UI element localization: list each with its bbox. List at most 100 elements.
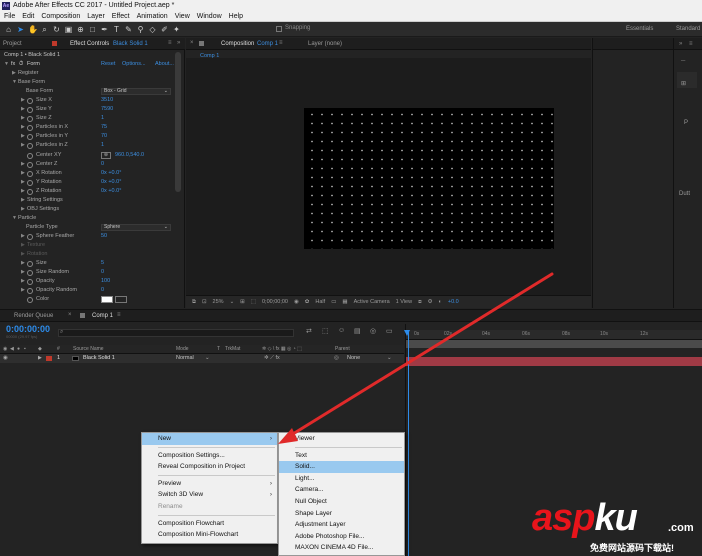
stopwatch-icon[interactable] — [27, 142, 33, 149]
minimize-icon[interactable]: ─ — [681, 58, 685, 64]
param-value[interactable]: 100 — [101, 277, 110, 286]
panel-menu-icon[interactable]: ≡ — [279, 40, 283, 46]
tab-effect-controls[interactable]: Effect Controls — [70, 41, 109, 47]
hide-shy-layers-icon[interactable]: ☺ — [338, 327, 345, 334]
current-time-indicator[interactable] — [408, 330, 409, 556]
group-rotation[interactable]: ▶ Rotation — [0, 250, 182, 259]
tab-composition[interactable]: Composition — [221, 41, 254, 47]
stopwatch-icon[interactable] — [27, 188, 33, 195]
stopwatch-icon[interactable] — [27, 296, 33, 303]
param-value[interactable]: 0x +0.0° — [101, 187, 121, 196]
region-of-interest-icon[interactable]: ▭ — [331, 299, 336, 305]
tab-comp-1[interactable]: Comp 1 — [92, 313, 113, 319]
magnification-dropdown[interactable]: 25% — [213, 299, 224, 305]
selection-tool-icon[interactable]: ➤ — [16, 25, 25, 34]
exposure-value[interactable]: +0.0 — [448, 299, 459, 305]
expand-triangle-icon[interactable]: ▶ — [21, 160, 25, 169]
view-layout-dropdown[interactable]: 1 View — [396, 299, 412, 305]
reset-exposure-icon[interactable]: ◐ — [439, 299, 442, 305]
particle-type-dropdown[interactable]: Sphere ⌄ — [101, 224, 171, 231]
param-value[interactable]: 3510 — [101, 96, 113, 105]
expand-triangle-icon[interactable]: ▼ — [12, 214, 17, 223]
expand-triangle-icon[interactable]: ▶ — [21, 277, 25, 286]
stopwatch-icon[interactable] — [27, 269, 33, 276]
base-form-dropdown[interactable]: Box - Grid ⌄ — [101, 88, 171, 95]
expand-triangle-icon[interactable]: ▶ — [21, 132, 25, 141]
param-value[interactable]: 70 — [101, 132, 107, 141]
layer-name[interactable]: Black Solid 1 — [83, 354, 115, 363]
pan-behind-tool-icon[interactable]: ⊕ — [76, 25, 85, 34]
transparency-grid-icon[interactable]: ▦ — [342, 299, 347, 305]
menu-item-reveal-composition[interactable]: Reveal Composition in Project — [142, 461, 277, 473]
stopwatch-icon[interactable] — [27, 179, 33, 186]
expand-triangle-icon[interactable]: ▶ — [21, 232, 25, 241]
expand-triangle-icon[interactable]: ▶ — [21, 205, 25, 214]
expand-triangle-icon[interactable]: ▶ — [21, 123, 25, 132]
snapshot-icon[interactable]: ◉ — [294, 299, 299, 305]
always-preview-icon[interactable]: ⧉ — [192, 299, 196, 306]
expand-panel-icon[interactable]: » — [679, 41, 682, 47]
expand-triangle-icon[interactable]: ▶ — [21, 114, 25, 123]
right-panel-widget[interactable] — [677, 72, 697, 88]
group-obj-settings[interactable]: ▶ OBJ Settings — [0, 205, 182, 214]
expand-triangle-icon[interactable]: ▶ — [21, 259, 25, 268]
param-value[interactable]: 1 — [101, 141, 104, 150]
param-value[interactable]: 1 — [101, 114, 104, 123]
panel-menu-icon[interactable]: ≡ — [168, 40, 172, 46]
show-channel-icon[interactable]: ✿ — [305, 299, 310, 305]
submenu-item-text[interactable]: Text — [279, 450, 404, 462]
stopwatch-icon[interactable] — [27, 170, 33, 177]
menu-item-preview[interactable]: Preview › — [142, 478, 277, 490]
param-value[interactable]: 50 — [101, 232, 107, 241]
effect-controls-scrollbar[interactable] — [175, 52, 181, 192]
group-string-settings[interactable]: ▶ String Settings — [0, 196, 182, 205]
expand-triangle-icon[interactable]: ▶ — [21, 286, 25, 295]
parent-dropdown[interactable]: None — [347, 354, 360, 363]
expand-triangle-icon[interactable]: ▶ — [21, 96, 25, 105]
motion-blur-icon[interactable]: ◎ — [370, 327, 376, 335]
stopwatch-icon[interactable] — [27, 133, 33, 140]
current-time-timecode[interactable]: 0:00:00:00 — [6, 324, 50, 334]
composition-viewer[interactable] — [186, 58, 591, 296]
eye-icon[interactable]: ◉ — [3, 354, 8, 363]
submenu-item-null-object[interactable]: Null Object — [279, 496, 404, 508]
effect-row-form[interactable]: ▼ fx ⏱ Form Reset Options... About... — [0, 60, 182, 69]
frame-blending-icon[interactable]: ▤ — [354, 327, 361, 335]
timeline-search-input[interactable]: ⌕ — [58, 329, 294, 337]
expand-triangle-icon[interactable]: ▶ — [21, 141, 25, 150]
pick-whip-icon[interactable]: ◎ — [334, 354, 339, 363]
snapping-checkbox[interactable] — [276, 26, 282, 32]
param-value[interactable]: 0 — [101, 160, 104, 169]
puppet-tool-icon[interactable]: ✦ — [172, 25, 181, 34]
expand-triangle-icon[interactable]: ▶ — [21, 187, 25, 196]
stopwatch-icon[interactable] — [27, 115, 33, 122]
camera-dropdown[interactable]: Active Camera — [354, 299, 390, 305]
magnification-icon[interactable]: ⊡ — [202, 299, 207, 305]
param-value[interactable]: 0 — [101, 268, 104, 277]
layer-row-black-solid-1[interactable]: ◉ ▶ 1 Black Solid 1 Normal ⌄ ✲ ⟋ fx ◎ No… — [0, 354, 404, 363]
layer-switches-icons[interactable]: ✲ ⟋ fx — [264, 354, 280, 363]
menu-view[interactable]: View — [175, 13, 190, 20]
layer-duration-bar[interactable] — [406, 357, 702, 366]
expand-triangle-icon[interactable]: ▶ — [12, 69, 16, 78]
expand-triangle-icon[interactable]: ▶ — [21, 241, 25, 250]
lock-icon[interactable] — [80, 313, 85, 318]
clone-stamp-tool-icon[interactable]: ⚲ — [136, 25, 145, 34]
preview-button-icon[interactable]: ⊞ — [681, 80, 686, 87]
home-icon[interactable]: ⌂ — [4, 25, 13, 34]
time-ruler[interactable]: 0s 02s 04s 06s 08s 10s 12s — [406, 330, 702, 340]
brush-tool-icon[interactable]: ✎ — [124, 25, 133, 34]
submenu-item-viewer[interactable]: Viewer — [279, 433, 404, 445]
expand-triangle-icon[interactable]: ▶ — [38, 354, 42, 363]
param-value[interactable]: 0x +0.0° — [101, 169, 121, 178]
menu-animation[interactable]: Animation — [137, 13, 168, 20]
composition-mini-flowchart-icon[interactable]: ⇄ — [306, 327, 312, 335]
param-value[interactable]: 0x +0.0° — [101, 178, 121, 187]
menu-item-composition-mini-flowchart[interactable]: Composition Mini-Flowchart — [142, 529, 277, 541]
draft-3d-icon[interactable]: ⬚ — [322, 327, 329, 335]
safe-zones-icon[interactable]: ⊞ — [240, 299, 245, 305]
mask-visibility-icon[interactable]: ⬚ — [251, 299, 256, 305]
rotate-tool-icon[interactable]: ↻ — [52, 25, 61, 34]
pixel-aspect-icon[interactable]: ⧈ — [418, 299, 422, 306]
menu-edit[interactable]: Edit — [22, 13, 34, 20]
